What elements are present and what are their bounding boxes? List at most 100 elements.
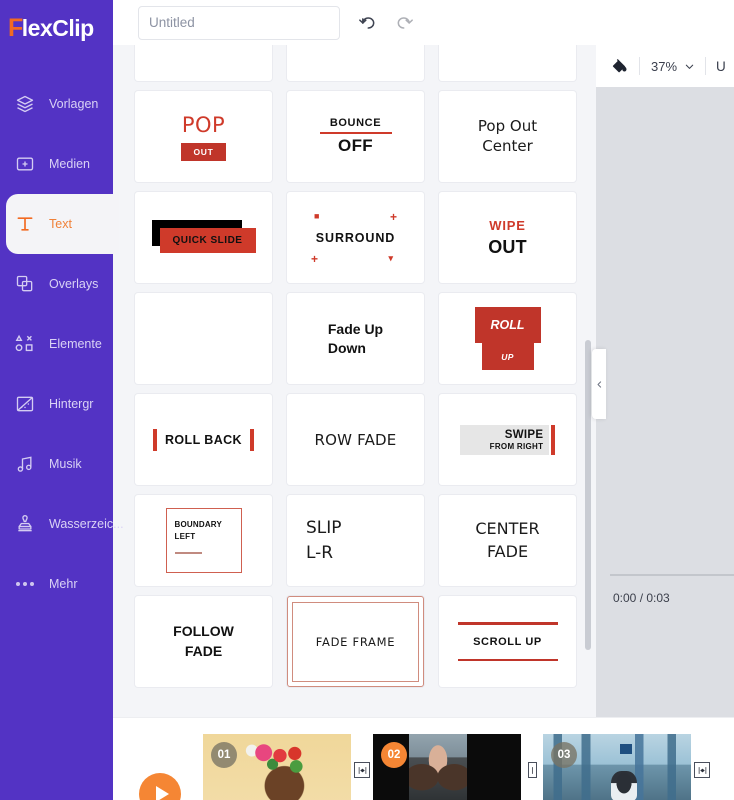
animation-card-row-fade[interactable]: ROW FADE: [287, 394, 424, 485]
clip-thumbnail-detail: [409, 742, 467, 800]
sidebar-item-mehr[interactable]: Mehr: [0, 554, 113, 614]
sidebar-item-elemente[interactable]: Elemente: [0, 314, 113, 374]
music-note-icon: [14, 453, 36, 475]
layers-icon: [14, 93, 36, 115]
sidebar-item-label: Overlays: [49, 277, 99, 291]
sidebar-nav: Vorlagen Medien Text Overlays Elemente H…: [0, 74, 124, 614]
sidebar-item-label: Text: [49, 217, 72, 231]
animation-card-pop-out-center[interactable]: Pop Out Center: [439, 91, 576, 182]
animation-card-swipe-from-right[interactable]: SWIPE FROM RIGHT: [439, 394, 576, 485]
animation-card-pop-out[interactable]: POP OUT: [135, 91, 272, 182]
animation-preview-text: BOUNDARY LEFT: [174, 520, 223, 541]
sidebar-item-overlays[interactable]: Overlays: [0, 254, 113, 314]
animation-preview-text: SCROLL UP: [473, 635, 542, 648]
rule-divider: [319, 132, 392, 134]
transition-button[interactable]: [354, 762, 370, 778]
animation-card-wipe-out[interactable]: WIPE OUT: [439, 192, 576, 283]
left-sidebar: FlexClip Vorlagen Medien Text Overlays E…: [0, 0, 124, 800]
elements-shapes-icon: [14, 333, 36, 355]
undo-icon[interactable]: [356, 12, 378, 34]
toolbar-divider-2: [705, 57, 707, 75]
accent-line-bottom: [457, 658, 558, 661]
preview-toolbar: 37% U: [596, 45, 734, 87]
animation-card-boundary-left[interactable]: BOUNDARY LEFT: [135, 495, 272, 586]
animation-preview-chip: OUT: [181, 142, 226, 161]
timeline-joint-2: [521, 734, 543, 800]
app-logo[interactable]: FlexClip: [0, 0, 113, 56]
panel-collapse-handle[interactable]: [592, 349, 606, 419]
sidebar-item-hintergrund[interactable]: Hintergr: [0, 374, 113, 434]
sidebar-item-medien[interactable]: Medien: [0, 134, 113, 194]
animation-card-scroll-up[interactable]: SCROLL UP: [439, 596, 576, 687]
zoom-level-control[interactable]: 37%: [651, 59, 695, 74]
text-animation-panel: POP OUT BOUNCE OFF Pop Out Center QUICK …: [113, 45, 596, 717]
marker-plus-top-left: +: [311, 251, 319, 266]
sidebar-item-text[interactable]: Text: [6, 194, 119, 254]
sidebar-item-wasserzeichen[interactable]: Wasserzeic...: [0, 494, 124, 554]
toolbar-overflow-label[interactable]: U: [716, 59, 726, 74]
sidebar-item-label: Medien: [49, 157, 90, 171]
chevron-down-icon: [685, 64, 694, 69]
chevron-left-icon: [597, 380, 601, 388]
timeline-clip-01[interactable]: 01: [203, 734, 351, 800]
transition-button[interactable]: [527, 762, 537, 778]
sidebar-item-label: Wasserzeic...: [49, 517, 124, 531]
animation-preview-text: QUICK SLIDE: [172, 234, 243, 246]
animation-card-surround[interactable]: + ▾ SURROUND ■ +: [287, 192, 424, 283]
sidebar-item-label: Vorlagen: [49, 97, 99, 111]
animation-preview-text: ROLL: [490, 318, 525, 332]
play-icon: [155, 786, 169, 800]
project-title-input[interactable]: [138, 5, 340, 40]
animation-preview-text: ROW FADE: [314, 430, 397, 449]
animation-card[interactable]: [439, 45, 576, 81]
animation-scroll-area: POP OUT BOUNCE OFF Pop Out Center QUICK …: [113, 45, 596, 697]
play-button[interactable]: [139, 773, 181, 800]
overlays-icon: [14, 273, 36, 295]
clip-index-badge: 02: [381, 742, 407, 768]
animation-preview-text: Fade Up Down: [327, 320, 384, 356]
animation-card-center-fade[interactable]: CENTER FADE: [439, 495, 576, 586]
animation-card-quick-slide[interactable]: QUICK SLIDE: [135, 192, 272, 283]
animation-card-fade-up-down[interactable]: Fade Up Down: [287, 293, 424, 384]
animation-card-fade-frame[interactable]: FADE FRAME: [287, 596, 424, 687]
animation-card[interactable]: [287, 45, 424, 81]
accent-bar-left: [153, 428, 157, 451]
animation-preview-text-2: OUT: [488, 236, 527, 257]
animation-card[interactable]: [135, 45, 272, 81]
sidebar-item-label: Elemente: [49, 337, 102, 351]
animation-preview-text-2: OFF: [338, 136, 373, 155]
toolbar-divider-1: [639, 57, 640, 75]
zoom-level-value: 37%: [651, 58, 678, 74]
preview-time-display: 0:00 / 0:03: [613, 591, 670, 605]
animation-preview-text: SWIPE: [504, 428, 544, 441]
animation-preview-text-2: FROM RIGHT: [489, 441, 544, 451]
sidebar-item-musik[interactable]: Musik: [0, 434, 113, 494]
brand-f-mark: F: [8, 13, 23, 42]
animation-card-roll-back[interactable]: ROLL BACK: [135, 394, 272, 485]
animation-card-slip-l-r[interactable]: SLIP L-R: [287, 495, 424, 586]
timeline-clip-03[interactable]: 03: [543, 734, 691, 800]
accent-bar-right: [249, 428, 254, 451]
timeline-clip-02[interactable]: 02: [373, 734, 521, 800]
media-folder-icon: [14, 153, 36, 175]
animation-card-blank-preview[interactable]: [135, 293, 272, 384]
redo-icon[interactable]: [394, 12, 416, 34]
animation-preview-text: BOUNCE: [329, 117, 382, 129]
transition-button[interactable]: [694, 762, 710, 778]
panel-scrollbar-thumb[interactable]: [585, 340, 591, 650]
sidebar-item-label: Musik: [49, 457, 82, 471]
clip-index-badge: 03: [551, 742, 577, 768]
text-t-icon: [14, 213, 36, 235]
animation-card-follow-fade[interactable]: FOLLOW FADE: [135, 596, 272, 687]
sidebar-item-vorlagen[interactable]: Vorlagen: [0, 74, 113, 134]
animation-card-bounce-off[interactable]: BOUNCE OFF: [287, 91, 424, 182]
animation-preview-text: FOLLOW FADE: [173, 622, 234, 659]
animation-card-roll-up[interactable]: ROLL UP: [439, 293, 576, 384]
paint-bucket-icon[interactable]: [609, 56, 629, 76]
animation-preview-text: SLIP L-R: [306, 517, 342, 563]
clip-index-badge: 01: [211, 742, 237, 768]
marker-caret-top-right: ▾: [388, 252, 393, 263]
animation-preview-text: Pop Out Center: [477, 117, 538, 155]
preview-progress-rule[interactable]: [610, 574, 734, 576]
brand-rest: lexClip: [21, 14, 94, 41]
